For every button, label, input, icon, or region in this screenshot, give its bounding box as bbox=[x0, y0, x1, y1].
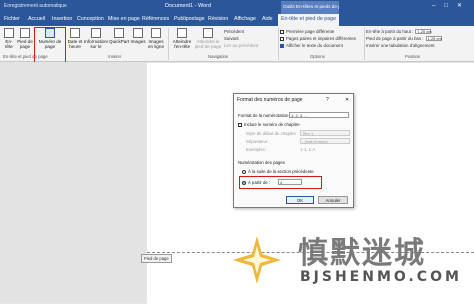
tab-affichage[interactable]: Affichage bbox=[234, 16, 256, 22]
watermark-subtitle: BJSHENMO.COM bbox=[300, 269, 462, 285]
header-position: En-tête à partir du haut :1,25 cm bbox=[366, 29, 432, 35]
option-first-page[interactable]: Première page différente bbox=[280, 29, 334, 34]
tab-revision[interactable]: Révision bbox=[208, 16, 228, 22]
goto-header-label: Atteindre l'en-tête bbox=[172, 39, 192, 49]
ok-button[interactable]: OK bbox=[286, 196, 314, 204]
previous-button[interactable]: Précédent bbox=[224, 29, 244, 34]
option-first-page-label: Première page différente bbox=[286, 29, 335, 34]
link-previous-button[interactable]: Lier au précédent bbox=[224, 43, 258, 48]
header-position-label: En-tête à partir du haut : bbox=[366, 29, 414, 34]
option-show-text-label: Afficher le texte du document bbox=[286, 43, 343, 48]
header-position-input[interactable]: 1,25 cm bbox=[415, 29, 432, 35]
document-info-label: Informations sur le document bbox=[84, 39, 108, 49]
title-bar: Enregistrement automatique Document1 - W… bbox=[0, 0, 474, 14]
goto-footer-icon bbox=[203, 28, 213, 38]
date-time-button[interactable]: Date et heure bbox=[67, 28, 83, 49]
date-time-label: Date et heure bbox=[67, 39, 83, 50]
tab-references[interactable]: Références bbox=[142, 16, 169, 22]
chapter-option[interactable]: Inclure le numéro de chapitre bbox=[238, 122, 300, 127]
next-button[interactable]: Suivant bbox=[224, 36, 239, 41]
format-select[interactable]: 1, 2, 3, ... bbox=[289, 112, 349, 118]
tab-fichier[interactable]: Fichier bbox=[4, 16, 20, 22]
examples-label: Exemples : bbox=[246, 147, 268, 152]
option-odd-even-label: Pages paires et impaires différentes bbox=[286, 36, 356, 41]
ribbon: En-tête Pied de page Numéro de page Date… bbox=[0, 26, 474, 62]
radio[interactable] bbox=[242, 169, 246, 174]
tab-insertion[interactable]: Insertion bbox=[52, 16, 72, 22]
help-icon[interactable]: ? bbox=[326, 97, 329, 103]
style-label: Style de début de chapitre : bbox=[246, 131, 299, 136]
chapter-label: Inclure le numéro de chapitre bbox=[244, 122, 300, 127]
option-show-text[interactable]: Afficher le texte du document bbox=[280, 43, 343, 48]
numbering-heading: Numérotation des pages bbox=[238, 160, 285, 165]
goto-footer-button[interactable]: Atteindre le pied de page bbox=[194, 28, 222, 49]
insert-tab-button[interactable]: Insérer une tabulation d'alignement bbox=[366, 43, 434, 48]
divider bbox=[168, 28, 169, 60]
document-info-button[interactable]: Informations sur le document bbox=[84, 28, 108, 49]
tab-entete-pied[interactable]: En-tête et pied de page bbox=[278, 14, 340, 26]
header-button-label: En-tête bbox=[5, 39, 13, 50]
online-images-label: Images en ligne bbox=[147, 39, 165, 50]
watermark: 慎默迷城 BJSHENMO.COM bbox=[225, 226, 470, 298]
footer-tag: Pied de page bbox=[141, 254, 172, 263]
group-label: Insérer bbox=[108, 54, 122, 59]
footer-position: Pied de page à partir du bas :1,25 cm bbox=[366, 36, 442, 42]
separator-select[interactable]: - (trait d'union) bbox=[300, 138, 350, 144]
format-label: Format de la numérotation : bbox=[238, 113, 291, 118]
goto-footer-label: Atteindre le pied de page bbox=[194, 39, 222, 49]
tab-mise-en-page[interactable]: Mise en page bbox=[108, 16, 140, 22]
footer-position-label: Pied de page à partir du bas : bbox=[366, 36, 424, 41]
cancel-button[interactable]: Annuler bbox=[318, 196, 348, 204]
header-button[interactable]: En-tête bbox=[2, 28, 16, 49]
divider bbox=[278, 28, 279, 60]
image-icon bbox=[133, 28, 143, 38]
group-label: Options bbox=[310, 54, 325, 59]
quickpart-label: QuickPart bbox=[109, 39, 130, 44]
online-images-button[interactable]: Images en ligne bbox=[146, 28, 166, 49]
online-image-icon bbox=[151, 28, 161, 38]
checkbox[interactable] bbox=[280, 29, 284, 34]
watermark-title: 慎默迷城 bbox=[298, 236, 426, 271]
ribbon-tabs: Fichier Accueil Insertion Conception Mis… bbox=[0, 14, 474, 26]
option-odd-even[interactable]: Pages paires et impaires différentes bbox=[280, 36, 356, 41]
calendar-icon bbox=[70, 28, 80, 38]
checkbox-checked[interactable] bbox=[280, 43, 284, 48]
tab-accueil[interactable]: Accueil bbox=[28, 16, 45, 22]
highlight-box bbox=[239, 176, 322, 189]
footer-icon bbox=[20, 28, 30, 38]
document-icon bbox=[91, 28, 101, 38]
footer-position-input[interactable]: 1,25 cm bbox=[425, 36, 442, 42]
document-title: Document1 - Word bbox=[165, 3, 212, 9]
checkbox[interactable] bbox=[280, 36, 284, 41]
separator-label: Séparateur : bbox=[246, 139, 270, 144]
tab-conception[interactable]: Conception bbox=[77, 16, 104, 22]
checkbox[interactable] bbox=[238, 122, 242, 127]
images-button[interactable]: Images bbox=[130, 28, 146, 44]
tab-publipostage[interactable]: Publipostage bbox=[174, 16, 205, 22]
window-controls[interactable]: –□✕ bbox=[432, 2, 471, 9]
header-icon bbox=[4, 28, 14, 38]
footer-button-label: Pied de page bbox=[17, 39, 33, 50]
divider bbox=[364, 28, 365, 60]
autosave-label[interactable]: Enregistrement automatique bbox=[4, 3, 67, 9]
tab-aide[interactable]: Aide bbox=[262, 16, 273, 22]
goto-header-icon bbox=[177, 28, 187, 38]
examples-value: 1-1, 1-A bbox=[300, 147, 316, 152]
quickpart-icon bbox=[114, 28, 124, 38]
footer-button[interactable]: Pied de page bbox=[17, 28, 33, 49]
goto-header-button[interactable]: Atteindre l'en-tête bbox=[170, 28, 194, 49]
group-label: Navigation bbox=[208, 54, 229, 59]
close-icon[interactable]: ✕ bbox=[345, 97, 349, 103]
watermark-logo-icon bbox=[233, 236, 281, 284]
quickpart-button[interactable]: QuickPart bbox=[109, 28, 129, 44]
dialog-title: Format des numéros de page bbox=[237, 97, 303, 103]
continue-option[interactable]: À la suite de la section précédente bbox=[242, 169, 314, 174]
continue-label: À la suite de la section précédente bbox=[248, 169, 314, 174]
page-number-format-dialog: Format des numéros de page ? ✕ Format de… bbox=[233, 93, 354, 208]
style-select[interactable]: Titre 1 bbox=[300, 130, 350, 136]
group-label: Position bbox=[405, 54, 421, 59]
context-tab-label: Outils En-têtes et pieds de page bbox=[281, 1, 339, 14]
images-label: Images bbox=[130, 39, 146, 44]
